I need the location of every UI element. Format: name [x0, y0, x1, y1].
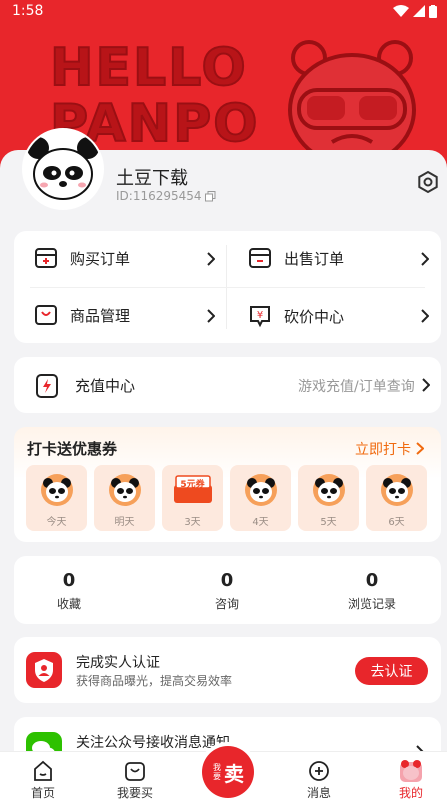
message-bubble-icon: [309, 761, 329, 781]
panda-mascot-illustration: [288, 40, 416, 160]
stat-label: 咨询: [214, 597, 239, 611]
sell-button-label: 卖: [224, 761, 244, 786]
chevron-right-icon: [421, 309, 429, 323]
goods-management-item[interactable]: 商品管理: [34, 304, 130, 326]
stat-favorites[interactable]: 0 收藏: [14, 570, 124, 612]
buy-orders-item[interactable]: 购买订单: [34, 247, 130, 269]
bargain-center-item[interactable]: ¥ 砍价中心: [248, 304, 344, 328]
divider: [30, 287, 425, 288]
bargain-center-label: 砍价中心: [284, 307, 345, 326]
panda-avatar-icon: [24, 130, 102, 208]
verify-button[interactable]: 去认证: [355, 657, 428, 685]
recharge-bolt-icon: [36, 374, 58, 398]
checkin-day-label: 明天: [114, 517, 135, 528]
wifi-icon: [393, 5, 409, 17]
notice-title: 关注公众号接收消息通知: [76, 735, 230, 751]
user-id-text: ID:116295454: [116, 189, 202, 203]
home-icon: [34, 760, 52, 781]
stat-label: 浏览记录: [347, 597, 396, 611]
panda-face-icon: [380, 474, 413, 506]
signal-icon: [413, 5, 425, 17]
chevron-right-icon: [422, 378, 430, 392]
checkin-day[interactable]: 5天: [298, 465, 359, 531]
checkin-day-coupon[interactable]: 5元券 3天: [162, 465, 223, 531]
status-icons: [393, 4, 437, 18]
sell-button-prefix: 我要: [213, 763, 221, 781]
stat-label: 收藏: [56, 597, 81, 611]
coupon-amount: 5元券: [180, 480, 205, 490]
chevron-right-icon: [416, 442, 424, 455]
stat-value: 0: [62, 570, 76, 591]
checkin-day[interactable]: 4天: [230, 465, 291, 531]
avatar[interactable]: [22, 128, 104, 210]
tab-home[interactable]: 首页: [8, 758, 78, 801]
stat-value: 0: [220, 570, 234, 591]
svg-text:¥: ¥: [257, 310, 263, 321]
checkin-day-label: 4天: [252, 517, 269, 528]
chevron-right-icon: [207, 252, 215, 266]
panda-face-icon: [108, 474, 141, 506]
checkin-title: 打卡送优惠券: [27, 440, 118, 458]
sell-orders-label: 出售订单: [284, 249, 345, 268]
panda-profile-icon: [400, 760, 422, 782]
panda-face-icon: [244, 474, 277, 506]
tab-mine-label: 我的: [398, 786, 423, 800]
checkin-card: 打卡送优惠券 立即打卡 今天 明天 5元券 3天 4天 5天 6天: [14, 427, 441, 542]
shopping-bag-icon: [125, 762, 145, 781]
panda-face-icon: [40, 474, 73, 506]
copy-icon[interactable]: [204, 190, 216, 202]
tab-messages[interactable]: 消息: [284, 758, 354, 801]
chevron-right-icon: [207, 309, 215, 323]
sell-order-box-icon: [249, 248, 271, 268]
checkin-day-label: 3天: [184, 517, 201, 528]
stat-value: 0: [365, 570, 379, 591]
tab-messages-label: 消息: [306, 786, 331, 800]
hero-line-1: HELLO: [49, 38, 248, 98]
username: 土豆下载: [116, 168, 188, 189]
recharge-center-row[interactable]: 充值中心 游戏充值/订单查询: [14, 357, 441, 413]
checkin-day[interactable]: 明天: [94, 465, 155, 531]
checkin-day-label: 5天: [320, 517, 337, 528]
identity-user-icon: [26, 652, 62, 688]
orders-card: 购买订单 出售订单 商品管理 ¥ 砍价中心: [14, 231, 441, 343]
recharge-subtitle: 游戏充值/订单查询: [298, 379, 415, 395]
verify-title: 完成实人认证: [76, 655, 160, 671]
checkin-now-link[interactable]: 立即打卡: [355, 439, 411, 459]
verify-subtitle: 获得商品曝光，提高交易效率: [76, 674, 233, 688]
sell-button[interactable]: 我要 卖: [202, 746, 254, 798]
bottom-tab-bar: 首页 我要买 我要 卖 消息 我的: [0, 746, 447, 809]
chevron-right-icon: [421, 252, 429, 266]
goods-management-label: 商品管理: [70, 306, 131, 325]
tab-buy-label: 我要买: [116, 786, 153, 800]
stats-card: 0 收藏 0 咨询 0 浏览记录: [14, 556, 441, 624]
checkin-day-label: 今天: [46, 517, 67, 528]
battery-icon: [429, 4, 437, 18]
stat-inquiries[interactable]: 0 咨询: [172, 570, 282, 612]
tab-home-label: 首页: [30, 786, 55, 800]
checkin-day-label: 6天: [388, 517, 405, 528]
tab-buy[interactable]: 我要买: [100, 758, 170, 801]
buy-order-box-icon: [35, 248, 57, 268]
price-tag-icon: ¥: [250, 306, 270, 328]
status-bar: 1:58: [0, 0, 447, 22]
settings-gear-icon[interactable]: [416, 170, 440, 194]
checkin-day[interactable]: 今天: [26, 465, 87, 531]
checkin-day[interactable]: 6天: [366, 465, 427, 531]
buy-orders-label: 购买订单: [70, 249, 131, 268]
tab-mine[interactable]: 我的: [376, 758, 446, 801]
identity-verification-card: 完成实人认证 获得商品曝光，提高交易效率 去认证: [14, 637, 441, 703]
user-id: ID:116295454: [116, 189, 216, 203]
panda-face-icon: [312, 474, 345, 506]
sell-orders-item[interactable]: 出售订单: [248, 247, 344, 269]
status-time: 1:58: [12, 3, 44, 19]
shopping-bag-icon: [35, 305, 57, 325]
stat-history[interactable]: 0 浏览记录: [317, 570, 427, 612]
recharge-title: 充值中心: [75, 377, 136, 395]
